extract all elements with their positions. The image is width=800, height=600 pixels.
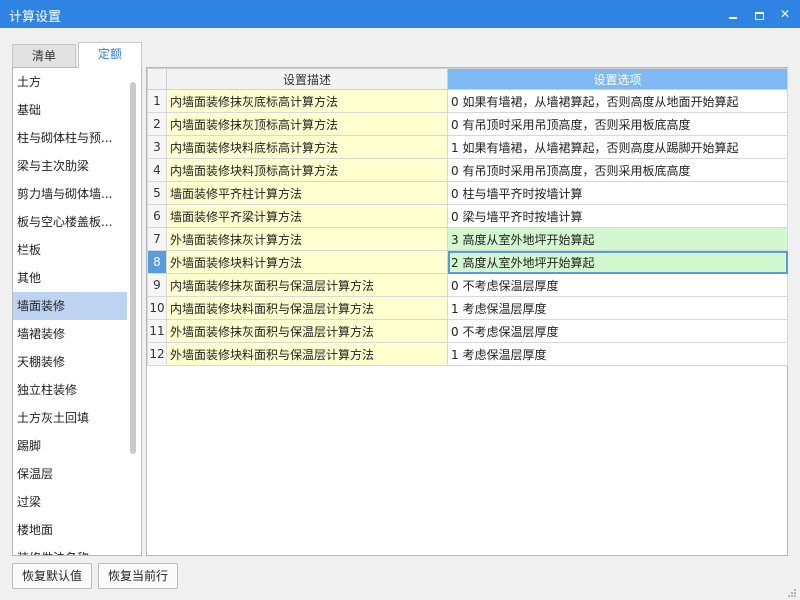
setting-option-cell[interactable]: 0 如果有墙裙，从墙裙算起，否则高度从地面开始算起 bbox=[447, 89, 788, 113]
close-button[interactable]: ✕ bbox=[774, 4, 796, 24]
setting-description: 内墙面装修抹灰顶标高计算方法 bbox=[166, 112, 448, 136]
table-row[interactable]: 2 内墙面装修抹灰顶标高计算方法 0 有吊顶时采用吊顶高度，否则采用板底高度 bbox=[147, 112, 788, 136]
setting-description: 内墙面装修块料顶标高计算方法 bbox=[166, 158, 448, 182]
table-row[interactable]: 5 墙面装修平齐柱计算方法 0 柱与墙平齐时按墙计算 bbox=[147, 181, 788, 205]
setting-option-cell[interactable]: 1 考虑保温层厚度 bbox=[447, 296, 788, 320]
sidebar-item[interactable]: 墙裙装修 bbox=[13, 320, 127, 348]
tab-label: 定额 bbox=[97, 47, 122, 61]
maximize-button[interactable] bbox=[748, 4, 770, 24]
row-number[interactable]: 10 bbox=[147, 296, 167, 320]
header-row-number bbox=[147, 68, 167, 90]
setting-option-cell[interactable]: 0 有吊顶时采用吊顶高度，否则采用板底高度 bbox=[447, 112, 788, 136]
category-list[interactable]: 土方 基础 柱与砌体柱与预... 梁与主次肋梁 剪力墙与砌体墙... 板与空心楼盖板...… bbox=[12, 67, 142, 556]
setting-option-cell[interactable]: 3 高度从室外地坪开始算起 bbox=[447, 227, 788, 251]
sidebar-item[interactable]: 梁与主次肋梁 bbox=[13, 152, 127, 180]
sidebar-item[interactable]: 天棚装修 bbox=[13, 348, 127, 376]
table-row[interactable]: 4 内墙面装修块料顶标高计算方法 0 有吊顶时采用吊顶高度，否则采用板底高度 bbox=[147, 158, 788, 182]
sidebar-item[interactable]: 土方灰土回填 bbox=[13, 404, 127, 432]
table-row[interactable]: 9 内墙面装修抹灰面积与保温层计算方法 0 不考虑保温层厚度 bbox=[147, 273, 788, 297]
restore-current-row-button[interactable]: 恢复当前行 bbox=[98, 563, 178, 589]
sidebar-item[interactable]: 楼地面 bbox=[13, 516, 127, 544]
setting-option-cell[interactable]: 0 不考虑保温层厚度 bbox=[447, 319, 788, 343]
sidebar-item[interactable]: 过梁 bbox=[13, 488, 127, 516]
tab-label: 清单 bbox=[31, 49, 56, 63]
row-number[interactable]: 12 bbox=[147, 342, 167, 366]
setting-option-cell[interactable]: 1 考虑保温层厚度 bbox=[447, 342, 788, 366]
table-row[interactable]: 8 外墙面装修块料计算方法 2 高度从室外地坪开始算起 bbox=[147, 250, 788, 274]
setting-option-cell[interactable]: 0 梁与墙平齐时按墙计算 bbox=[447, 204, 788, 228]
setting-description: 外墙面装修抹灰计算方法 bbox=[166, 227, 448, 251]
tab-dinge[interactable]: 定额 bbox=[78, 42, 142, 68]
table-row[interactable]: 6 墙面装修平齐梁计算方法 0 梁与墙平齐时按墙计算 bbox=[147, 204, 788, 228]
header-description[interactable]: 设置描述 bbox=[166, 68, 448, 90]
row-number[interactable]: 5 bbox=[147, 181, 167, 205]
row-number[interactable]: 11 bbox=[147, 319, 167, 343]
resize-grip-icon[interactable] bbox=[787, 588, 797, 598]
setting-option-cell[interactable]: 2 高度从室外地坪开始算起 bbox=[447, 250, 788, 274]
table-row[interactable]: 7 外墙面装修抹灰计算方法 3 高度从室外地坪开始算起 bbox=[147, 227, 788, 251]
sidebar-item[interactable]: 踢脚 bbox=[13, 432, 127, 460]
window-title: 计算设置 bbox=[9, 10, 62, 25]
minimize-button[interactable] bbox=[722, 4, 744, 24]
setting-option-cell[interactable]: 0 不考虑保温层厚度 bbox=[447, 273, 788, 297]
setting-description: 内墙面装修块料面积与保温层计算方法 bbox=[166, 296, 448, 320]
table-row[interactable]: 3 内墙面装修块料底标高计算方法 1 如果有墙裙，从墙裙算起，否则高度从踢脚开始算起 bbox=[147, 135, 788, 159]
row-number[interactable]: 6 bbox=[147, 204, 167, 228]
setting-option-cell[interactable]: 0 柱与墙平齐时按墙计算 bbox=[447, 181, 788, 205]
setting-description: 外墙面装修抹灰面积与保温层计算方法 bbox=[166, 319, 448, 343]
tab-qingdan[interactable]: 清单 bbox=[12, 44, 76, 68]
setting-description: 外墙面装修块料计算方法 bbox=[166, 250, 448, 274]
setting-description: 内墙面装修抹灰底标高计算方法 bbox=[166, 89, 448, 113]
header-option[interactable]: 设置选项 bbox=[447, 68, 788, 90]
restore-default-button[interactable]: 恢复默认值 bbox=[12, 563, 92, 589]
row-number[interactable]: 8 bbox=[147, 250, 167, 274]
setting-description: 内墙面装修抹灰面积与保温层计算方法 bbox=[166, 273, 448, 297]
sidebar-item[interactable]: 板与空心楼盖板... bbox=[13, 208, 127, 236]
sidebar-item[interactable]: 装修做法名称... bbox=[13, 544, 127, 555]
table-row[interactable]: 10 内墙面装修块料面积与保温层计算方法 1 考虑保温层厚度 bbox=[147, 296, 788, 320]
setting-description: 外墙面装修块料面积与保温层计算方法 bbox=[166, 342, 448, 366]
table-row[interactable]: 11 外墙面装修抹灰面积与保温层计算方法 0 不考虑保温层厚度 bbox=[147, 319, 788, 343]
row-number[interactable]: 3 bbox=[147, 135, 167, 159]
sidebar-item[interactable]: 剪力墙与砌体墙... bbox=[13, 180, 127, 208]
setting-description: 内墙面装修块料底标高计算方法 bbox=[166, 135, 448, 159]
row-number[interactable]: 2 bbox=[147, 112, 167, 136]
sidebar-item[interactable]: 保温层 bbox=[13, 460, 127, 488]
sidebar-scrollbar[interactable] bbox=[130, 82, 136, 454]
maximize-icon bbox=[754, 11, 764, 20]
close-icon: ✕ bbox=[779, 7, 791, 21]
grid-header-row: 设置描述 设置选项 bbox=[147, 68, 788, 90]
row-number[interactable]: 1 bbox=[147, 89, 167, 113]
setting-option-cell[interactable]: 1 如果有墙裙，从墙裙算起，否则高度从踢脚开始算起 bbox=[447, 135, 788, 159]
minimize-icon bbox=[729, 16, 737, 19]
settings-grid: 设置描述 设置选项 1 内墙面装修抹灰底标高计算方法 0 如果有墙裙，从墙裙算起，否… bbox=[146, 67, 788, 556]
title-bar: 计算设置 ✕ bbox=[0, 0, 800, 28]
sidebar-item[interactable]: 墙面装修 bbox=[13, 292, 127, 320]
setting-option-cell[interactable]: 0 有吊顶时采用吊顶高度，否则采用板底高度 bbox=[447, 158, 788, 182]
sidebar-item[interactable]: 独立柱装修 bbox=[13, 376, 127, 404]
setting-description: 墙面装修平齐柱计算方法 bbox=[166, 181, 448, 205]
row-number[interactable]: 9 bbox=[147, 273, 167, 297]
table-row[interactable]: 12 外墙面装修块料面积与保温层计算方法 1 考虑保温层厚度 bbox=[147, 342, 788, 366]
table-row[interactable]: 1 内墙面装修抹灰底标高计算方法 0 如果有墙裙，从墙裙算起，否则高度从地面开始算起 bbox=[147, 89, 788, 113]
sidebar-item[interactable]: 基础 bbox=[13, 96, 127, 124]
row-number[interactable]: 4 bbox=[147, 158, 167, 182]
row-number[interactable]: 7 bbox=[147, 227, 167, 251]
sidebar-item[interactable]: 栏板 bbox=[13, 236, 127, 264]
sidebar-item[interactable]: 其他 bbox=[13, 264, 127, 292]
sidebar-item[interactable]: 土方 bbox=[13, 68, 127, 96]
sidebar-item[interactable]: 柱与砌体柱与预... bbox=[13, 124, 127, 152]
setting-description: 墙面装修平齐梁计算方法 bbox=[166, 204, 448, 228]
